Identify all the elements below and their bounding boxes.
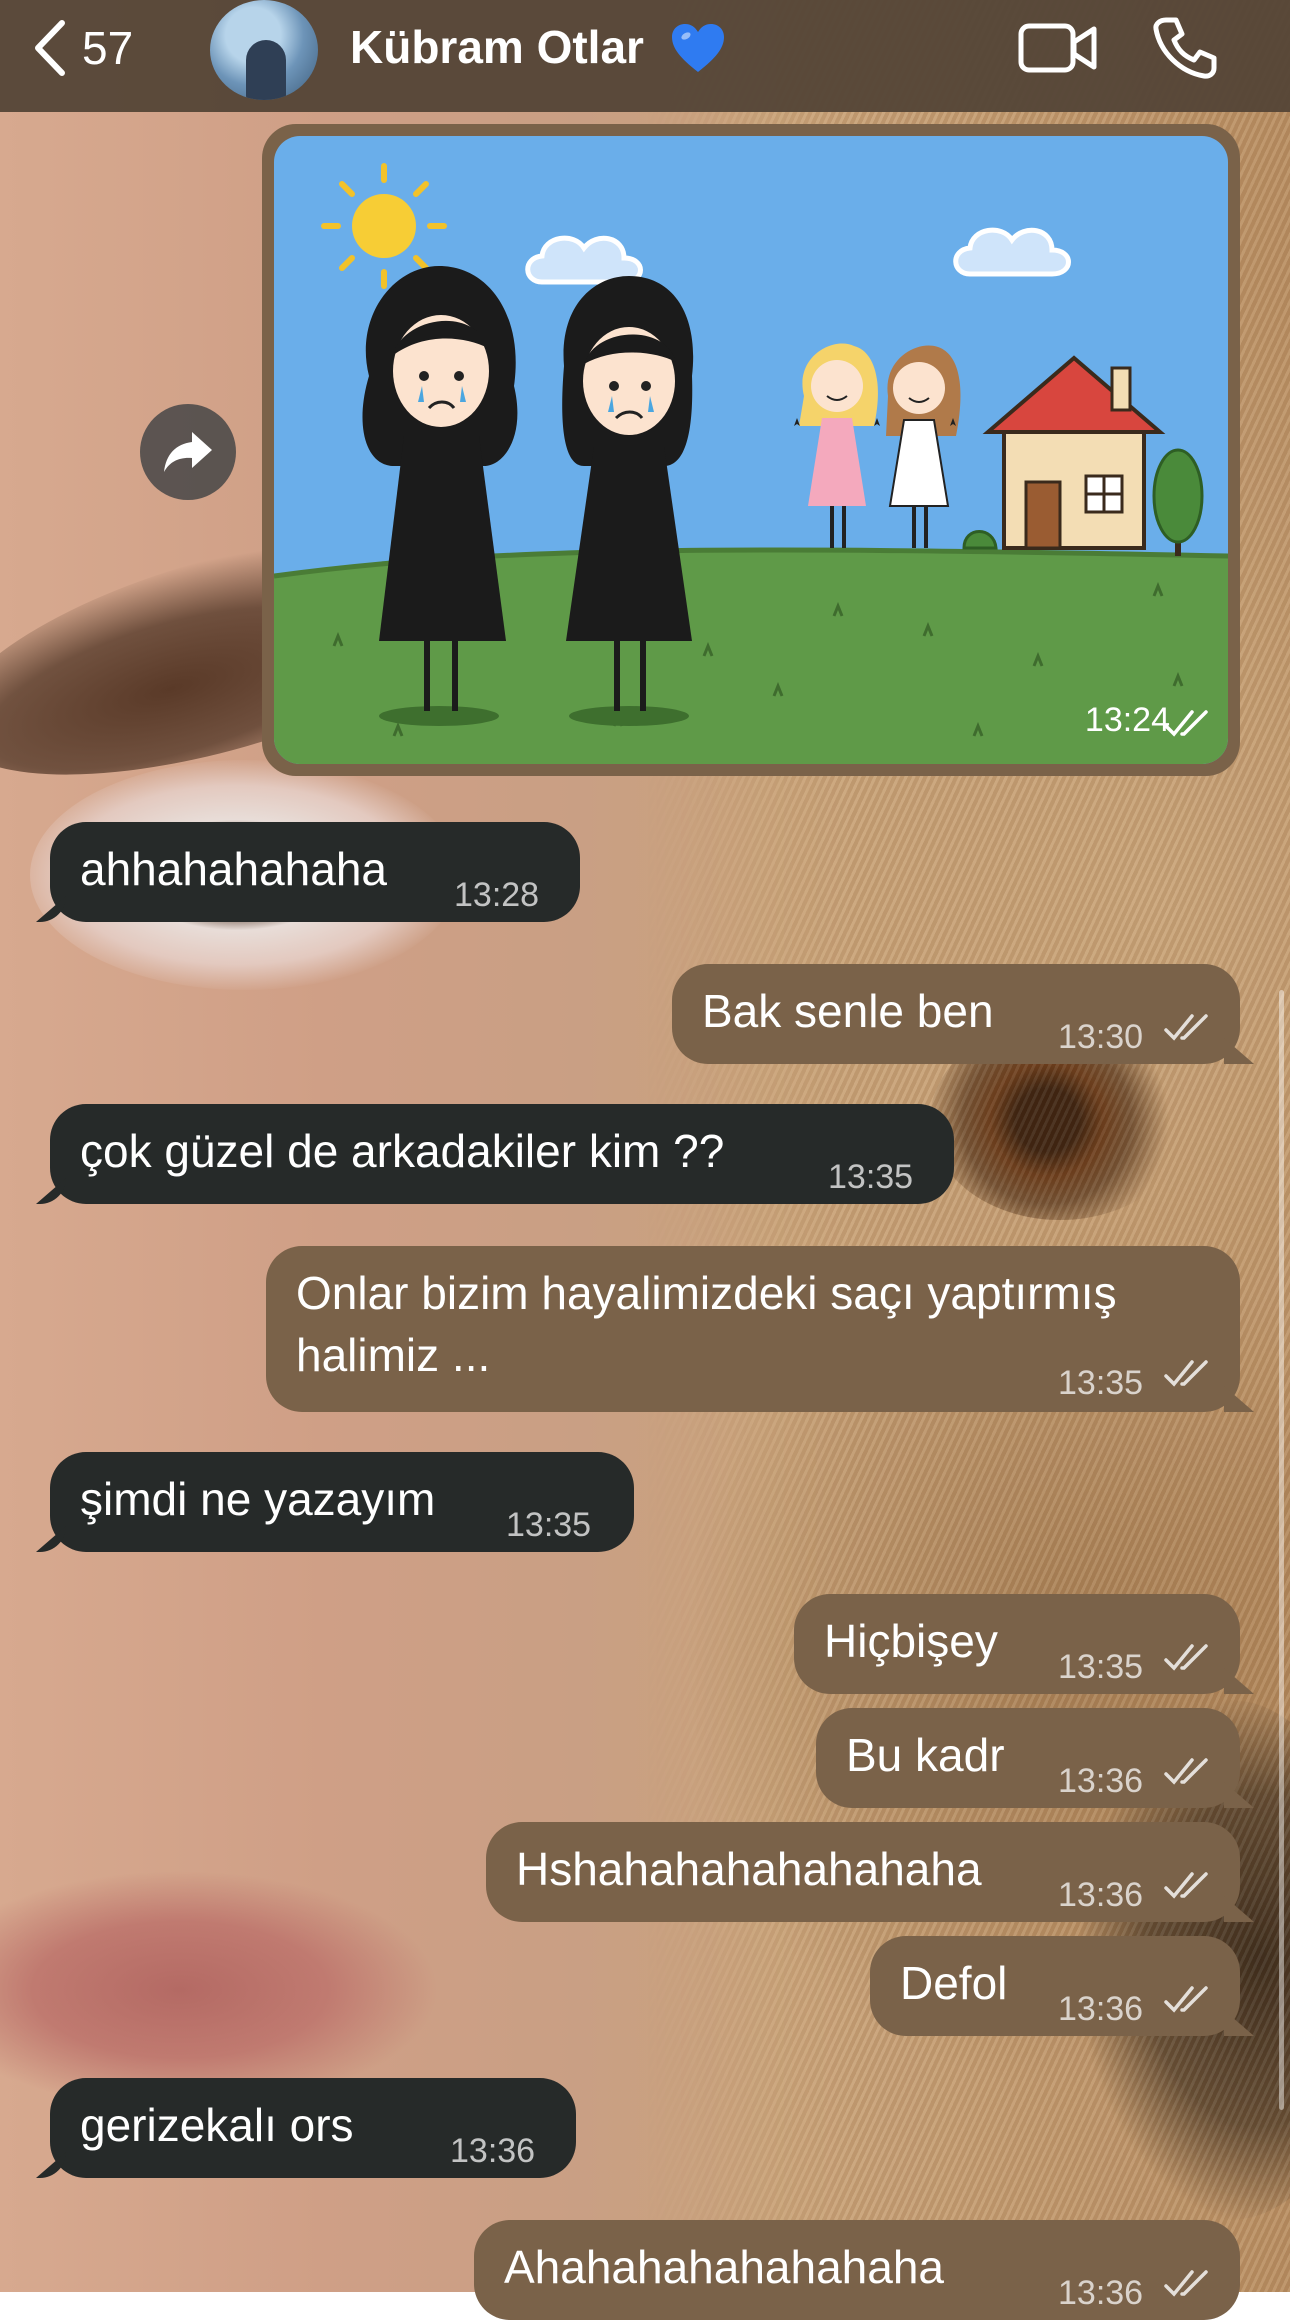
- outgoing-message[interactable]: Hshahahahahahahaha 13:36: [486, 1822, 1254, 1922]
- image-message[interactable]: 13:24: [262, 124, 1240, 776]
- message-text: Bak senle ben: [702, 985, 994, 1037]
- message-text-line-2: halimiz ...: [296, 1329, 491, 1381]
- message-text: çok güzel de arkadakiler kim ??: [80, 1125, 725, 1177]
- forward-button[interactable]: [140, 404, 236, 500]
- message-time: 13:28: [454, 876, 540, 914]
- message-time: 13:36: [1058, 1762, 1144, 1800]
- phone-icon[interactable]: [1152, 16, 1218, 80]
- message-time: 13:36: [1058, 1990, 1144, 2028]
- incoming-message[interactable]: gerizekalı ors 13:36: [36, 2078, 576, 2178]
- outgoing-message[interactable]: Defol 13:36: [870, 1936, 1254, 2036]
- heart-emoji-icon: [672, 24, 724, 72]
- shared-image[interactable]: 13:24: [274, 136, 1228, 764]
- message-text: Ahahahahahahahaha: [504, 2241, 945, 2293]
- double-check-icon: [1164, 1014, 1208, 1041]
- message-time: 13:35: [828, 1158, 914, 1196]
- incoming-message[interactable]: çok güzel de arkadakiler kim ?? 13:35: [36, 1104, 954, 1204]
- double-check-icon: [1164, 1644, 1208, 1671]
- message-text: Bu kadr: [846, 1729, 1005, 1781]
- message-text: Hiçbişey: [824, 1615, 998, 1667]
- message-time: 13:36: [450, 2132, 536, 2170]
- double-check-icon: [1164, 2270, 1208, 2297]
- illustration: [274, 136, 1228, 764]
- back-button[interactable]: 57: [32, 18, 133, 78]
- outgoing-message[interactable]: Hiçbişey 13:35: [794, 1594, 1254, 1694]
- double-check-icon: [1164, 1758, 1208, 1785]
- incoming-message[interactable]: ahhahahahaha 13:28: [36, 822, 580, 922]
- message-text: Hshahahahahahahaha: [516, 1843, 982, 1895]
- outgoing-message[interactable]: Bu kadr 13:36: [816, 1708, 1254, 1808]
- chevron-left-icon: [35, 20, 65, 76]
- outgoing-message[interactable]: Ahahahahahahahaha 13:36: [474, 2220, 1240, 2320]
- scrollbar[interactable]: [1279, 990, 1284, 2110]
- double-check-icon: [1164, 710, 1208, 737]
- message-time: 13:35: [1058, 1648, 1144, 1686]
- unread-count: 57: [82, 22, 134, 74]
- message-text-line-1: Onlar bizim hayalimizdeki saçı yaptırmış: [296, 1267, 1117, 1319]
- avatar[interactable]: [210, 0, 318, 100]
- message-text: Defol: [900, 1957, 1008, 2009]
- forward-arrow-icon: [164, 432, 212, 472]
- message-text: gerizekalı ors: [80, 2099, 354, 2151]
- message-time: 13:35: [506, 1506, 592, 1544]
- outgoing-message[interactable]: Bak senle ben 13:30: [672, 964, 1254, 1064]
- outgoing-message[interactable]: Onlar bizim hayalimizdeki saçı yaptırmış…: [266, 1246, 1254, 1412]
- message-time: 13:30: [1058, 1018, 1144, 1056]
- chat-header: 57 Kübram Otlar: [0, 0, 1290, 112]
- double-check-icon: [1164, 1360, 1208, 1387]
- message-time: 13:36: [1058, 1876, 1144, 1914]
- contact-name[interactable]: Kübram Otlar: [350, 20, 644, 74]
- message-text: şimdi ne yazayım: [80, 1473, 436, 1525]
- double-check-icon: [1164, 1872, 1208, 1899]
- message-time: 13:35: [1058, 1364, 1144, 1402]
- message-text: ahhahahahaha: [80, 843, 387, 895]
- double-check-icon: [1164, 1986, 1208, 2013]
- message-time: 13:24: [1084, 701, 1170, 739]
- incoming-message[interactable]: şimdi ne yazayım 13:35: [36, 1452, 634, 1552]
- message-time: 13:36: [1058, 2274, 1144, 2312]
- video-camera-icon[interactable]: [1018, 20, 1098, 76]
